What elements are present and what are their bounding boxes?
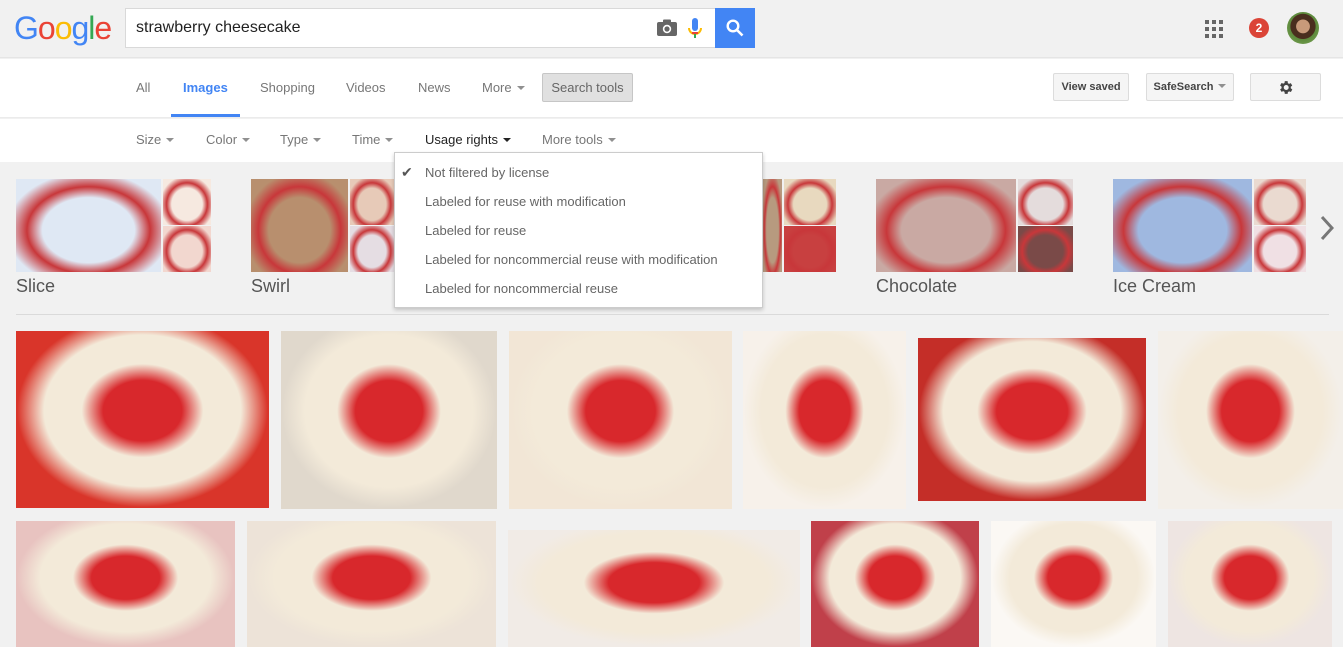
google-logo[interactable]: Google bbox=[14, 10, 112, 47]
image-result[interactable] bbox=[16, 521, 235, 647]
menu-item-label: Labeled for reuse with modification bbox=[425, 194, 626, 209]
tool-type[interactable]: Type bbox=[280, 119, 322, 162]
logo-letter: G bbox=[14, 10, 39, 46]
tool-type-label: Type bbox=[280, 132, 309, 147]
category-thumb-image bbox=[784, 179, 836, 225]
category-card[interactable]: Swirl bbox=[251, 179, 394, 297]
checkmark-icon: ✔ bbox=[401, 164, 413, 180]
chevron-down-icon bbox=[166, 137, 175, 142]
tab-videos[interactable]: Videos bbox=[346, 59, 386, 117]
menu-item-reuse-modification[interactable]: Labeled for reuse with modification bbox=[395, 187, 762, 216]
category-label: Chocolate bbox=[876, 276, 958, 296]
chevron-down-icon bbox=[516, 85, 525, 90]
search-box bbox=[125, 8, 715, 48]
search-icon bbox=[726, 19, 744, 37]
tool-time-label: Time bbox=[352, 132, 381, 147]
category-card[interactable]: Ice Cream bbox=[1113, 179, 1306, 297]
category-card[interactable]: Chocolate bbox=[876, 179, 1073, 297]
image-result[interactable] bbox=[247, 521, 496, 647]
category-thumb-image bbox=[163, 179, 211, 225]
safesearch-label: SafeSearch bbox=[1153, 81, 1214, 93]
avatar[interactable] bbox=[1287, 12, 1319, 44]
menu-item-label: Not filtered by license bbox=[425, 165, 550, 180]
category-thumb-image bbox=[1018, 226, 1073, 272]
usage-rights-menu: ✔ Not filtered by license Labeled for reu… bbox=[394, 152, 763, 308]
menu-item-label: Labeled for noncommercial reuse with mod… bbox=[425, 252, 718, 267]
menu-item-label: Labeled for reuse bbox=[425, 223, 527, 238]
tool-size-label: Size bbox=[136, 132, 162, 147]
image-result[interactable] bbox=[918, 338, 1146, 501]
gear-icon bbox=[1280, 80, 1293, 94]
tab-more-label: More bbox=[482, 80, 512, 95]
category-label: Slice bbox=[16, 276, 56, 296]
apps-grid-icon[interactable] bbox=[1205, 20, 1223, 38]
menu-item-not-filtered[interactable]: ✔ Not filtered by license bbox=[395, 158, 762, 187]
category-main-image bbox=[1113, 179, 1252, 272]
tool-usage-rights-label: Usage rights bbox=[425, 132, 498, 147]
chevron-down-icon bbox=[313, 137, 322, 142]
nav-bar: All Images Shopping Videos News More Sea… bbox=[0, 59, 1343, 118]
tool-size[interactable]: Size bbox=[136, 119, 175, 162]
top-header: Google 2 bbox=[0, 0, 1343, 58]
category-thumb-image bbox=[1018, 179, 1073, 225]
menu-item-noncommercial-modification[interactable]: Labeled for noncommercial reuse with mod… bbox=[395, 245, 762, 274]
category-card[interactable]: Slice bbox=[16, 179, 211, 297]
tool-color-label: Color bbox=[206, 132, 238, 147]
category-thumb-image bbox=[350, 179, 394, 225]
category-thumb-image bbox=[163, 226, 211, 272]
divider bbox=[16, 314, 1329, 315]
search-tools-button[interactable]: Search tools bbox=[542, 73, 633, 102]
tab-more[interactable]: More bbox=[482, 59, 525, 117]
chevron-right-icon[interactable] bbox=[1320, 215, 1334, 241]
chevron-down-icon bbox=[1218, 84, 1227, 88]
category-thumb-image bbox=[1254, 179, 1306, 225]
image-result[interactable] bbox=[508, 530, 800, 647]
chevron-down-icon bbox=[607, 137, 616, 142]
image-result[interactable] bbox=[1158, 331, 1343, 509]
image-result[interactable] bbox=[16, 331, 269, 508]
logo-letter: o bbox=[54, 10, 73, 46]
logo-letter: g bbox=[71, 10, 89, 46]
view-saved-button[interactable]: View saved bbox=[1053, 73, 1129, 101]
category-thumb-image bbox=[1254, 226, 1306, 272]
image-result[interactable] bbox=[811, 521, 979, 647]
tab-news[interactable]: News bbox=[418, 59, 451, 117]
category-card[interactable] bbox=[763, 179, 836, 297]
tab-images[interactable]: Images bbox=[171, 59, 240, 117]
category-main-image bbox=[763, 179, 782, 272]
category-main-image bbox=[251, 179, 348, 272]
settings-button[interactable] bbox=[1250, 73, 1321, 101]
menu-item-noncommercial[interactable]: Labeled for noncommercial reuse bbox=[395, 274, 762, 303]
category-thumb-image bbox=[784, 226, 836, 272]
menu-item-reuse[interactable]: Labeled for reuse bbox=[395, 216, 762, 245]
tab-shopping[interactable]: Shopping bbox=[260, 59, 315, 117]
category-label: Ice Cream bbox=[1113, 276, 1197, 296]
image-result[interactable] bbox=[1168, 521, 1332, 647]
category-main-image bbox=[16, 179, 161, 272]
notification-badge[interactable]: 2 bbox=[1249, 18, 1269, 38]
tool-color[interactable]: Color bbox=[206, 119, 251, 162]
tool-time[interactable]: Time bbox=[352, 119, 394, 162]
image-result[interactable] bbox=[509, 331, 732, 509]
safesearch-button[interactable]: SafeSearch bbox=[1146, 73, 1234, 101]
category-label: Swirl bbox=[251, 276, 290, 296]
tool-more-tools-label: More tools bbox=[542, 132, 603, 147]
chevron-down-icon bbox=[385, 137, 394, 142]
image-result[interactable] bbox=[991, 521, 1156, 647]
category-main-image bbox=[876, 179, 1016, 272]
menu-item-label: Labeled for noncommercial reuse bbox=[425, 281, 618, 296]
microphone-icon[interactable] bbox=[687, 17, 703, 41]
search-input[interactable] bbox=[136, 9, 636, 47]
camera-icon[interactable] bbox=[656, 19, 678, 37]
logo-letter: e bbox=[94, 10, 112, 46]
search-button[interactable] bbox=[715, 8, 755, 48]
chevron-down-icon bbox=[242, 137, 251, 142]
category-thumb-image bbox=[350, 226, 394, 272]
logo-letter: o bbox=[37, 10, 56, 46]
chevron-down-icon bbox=[502, 137, 511, 142]
image-result[interactable] bbox=[281, 331, 497, 509]
tab-all[interactable]: All bbox=[136, 59, 150, 117]
image-result[interactable] bbox=[743, 331, 906, 509]
